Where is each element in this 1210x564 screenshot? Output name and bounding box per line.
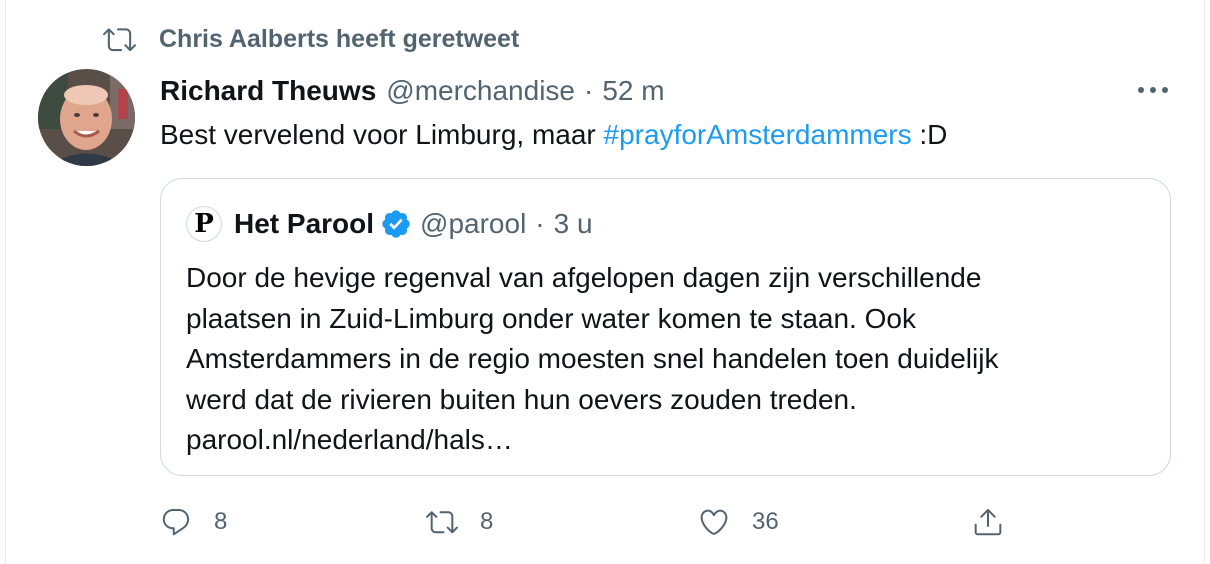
avatar[interactable]	[38, 69, 135, 166]
tweet-text-part: Best vervelend voor Limburg, maar	[160, 119, 604, 150]
quoted-avatar[interactable]: P	[186, 206, 222, 242]
verified-badge-icon	[382, 210, 410, 238]
tweet-text: Best vervelend voor Limburg, maar #prayf…	[160, 117, 947, 153]
quoted-author-name: Het Parool	[234, 208, 375, 239]
quoted-timestamp: 3 u	[553, 208, 593, 239]
reply-icon	[162, 508, 190, 536]
like-count: 36	[752, 508, 779, 535]
retweet-count: 8	[480, 508, 494, 535]
tweet-text-part: :D	[911, 119, 948, 150]
author-name[interactable]: Richard Theuws	[160, 75, 376, 107]
quoted-tweet-text: Door de hevige regenval van afgelopen da…	[186, 258, 1146, 461]
share-button[interactable]	[972, 500, 1004, 544]
reply-count: 8	[214, 508, 228, 535]
share-icon	[974, 509, 1002, 536]
retweet-icon	[103, 27, 136, 51]
quoted-tweet-header: P Het Parool @parool · 3 u	[186, 204, 593, 244]
reply-button[interactable]: 8	[160, 500, 227, 544]
quoted-author-handle: @parool	[420, 208, 527, 239]
quoted-text-line: werd dat de rivieren buiten hun oevers z…	[186, 383, 857, 415]
author-handle[interactable]: @merchandise	[386, 75, 575, 107]
quoted-text-line: Door de hevige regenval van afgelopen da…	[186, 262, 982, 293]
action-bar: 8 8 36	[160, 500, 1160, 544]
more-options-icon[interactable]	[1136, 80, 1170, 100]
quoted-text-line: Amsterdammers in de regio moesten snel h…	[186, 343, 999, 374]
tweet-timestamp[interactable]: 52 m	[602, 75, 664, 107]
retweet-icon	[426, 511, 458, 534]
like-button[interactable]: 36	[698, 500, 779, 544]
retweet-button[interactable]: 8	[426, 500, 493, 544]
heart-icon	[700, 509, 728, 535]
avatar-photo	[38, 69, 135, 166]
retweet-context: Chris Aalberts heeft geretweet	[103, 22, 519, 56]
separator: ·	[584, 75, 594, 106]
parool-logo: P	[194, 209, 214, 239]
hashtag-link[interactable]: #prayforAmsterdammers	[604, 119, 912, 150]
quoted-link: parool.nl/nederland/hals…	[186, 424, 513, 455]
separator: ·	[535, 208, 545, 239]
retweeted-by-label[interactable]: Chris Aalberts heeft geretweet	[159, 25, 519, 54]
quoted-tweet[interactable]: P Het Parool @parool · 3 u Door de hevig…	[160, 178, 1171, 476]
tweet-header: Richard Theuws @merchandise · 52 m	[160, 73, 665, 109]
quoted-text-line: plaatsen in Zuid-Limburg onder water kom…	[186, 302, 916, 334]
